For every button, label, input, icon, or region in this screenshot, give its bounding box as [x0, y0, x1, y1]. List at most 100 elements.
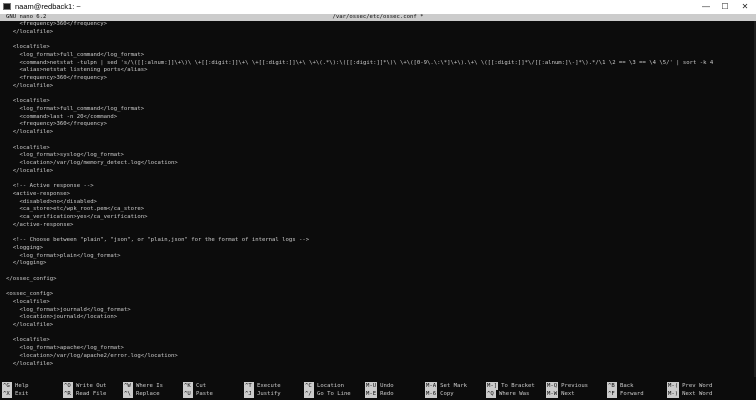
editor-line[interactable]: <log_format>journald</log_format> — [6, 307, 754, 315]
window-title: naam@redback1: ~ — [15, 2, 81, 11]
close-button[interactable]: ✕ — [739, 1, 751, 13]
shortcut-item[interactable]: ^\ Replace — [123, 390, 185, 398]
shortcut-item[interactable]: M-W Next — [546, 390, 608, 398]
shortcut-label: Justify — [257, 391, 281, 397]
shortcut-item[interactable]: M-U Undo — [365, 382, 427, 390]
editor-line[interactable]: <!-- Choose between "plain", "json", or … — [6, 237, 754, 245]
shortcut-column: ^G Help ^X Exit — [2, 382, 64, 398]
shortcut-key: M-( — [667, 382, 680, 390]
editor-line[interactable]: <frequency>360</frequency> — [6, 21, 754, 29]
shortcut-item[interactable]: ^R Read File — [63, 390, 125, 398]
editor-line[interactable] — [6, 229, 754, 237]
editor-line[interactable]: </localfile> — [6, 83, 754, 91]
editor-line[interactable]: <location>journald</location> — [6, 314, 754, 322]
shortcut-label: Read File — [76, 391, 107, 397]
shortcut-item[interactable]: M-A Set Mark — [425, 382, 487, 390]
editor-line[interactable] — [6, 268, 754, 276]
editor-line[interactable]: <command>last -n 20</command> — [6, 114, 754, 122]
shortcut-key: M-Q — [546, 382, 559, 390]
editor-line[interactable] — [6, 36, 754, 44]
editor-line[interactable]: <log_format>full_command</log_format> — [6, 52, 754, 60]
editor-line[interactable]: <frequency>360</frequency> — [6, 75, 754, 83]
editor-line[interactable]: <command>netstat -tulpn | sed 's/\([[:al… — [6, 60, 754, 68]
editor-line[interactable]: <active-response> — [6, 191, 754, 199]
shortcut-item[interactable]: M-E Redo — [365, 390, 427, 398]
editor-line[interactable]: </localfile> — [6, 361, 754, 369]
shortcut-label: Previous — [561, 383, 589, 389]
shortcut-item[interactable]: ^K Cut — [183, 382, 245, 390]
shortcut-label: Undo — [380, 383, 394, 389]
shortcut-item[interactable]: ^Q Where Was — [486, 390, 548, 398]
editor-line[interactable]: <alias>netstat listening ports</alias> — [6, 67, 754, 75]
editor-line[interactable]: <localfile> — [6, 44, 754, 52]
editor-line[interactable] — [6, 283, 754, 291]
shortcut-key: ^Q — [486, 390, 496, 398]
modified-indicator: * — [420, 14, 424, 20]
editor-line[interactable]: </localfile> — [6, 322, 754, 330]
shortcut-item[interactable]: ^F Forward — [607, 390, 669, 398]
editor-line[interactable] — [6, 90, 754, 98]
editor-line[interactable]: <logging> — [6, 245, 754, 253]
shortcut-label: To Bracket — [501, 383, 535, 389]
editor-line[interactable]: </logging> — [6, 260, 754, 268]
editor-line[interactable]: <log_format>apache</log_format> — [6, 345, 754, 353]
editor-line[interactable]: <localfile> — [6, 145, 754, 153]
editor-area[interactable]: <frequency>360</frequency> </localfile> … — [6, 21, 754, 377]
shortcut-item[interactable]: ^B Back — [607, 382, 669, 390]
editor-line[interactable]: <localfile> — [6, 98, 754, 106]
shortcut-label: Help — [15, 383, 29, 389]
shortcut-item[interactable]: M-Q Previous — [546, 382, 608, 390]
editor-line[interactable]: </ossec_config> — [6, 276, 754, 284]
shortcut-label: Execute — [257, 383, 281, 389]
shortcut-item[interactable]: M-] To Bracket — [486, 382, 548, 390]
editor-line[interactable]: <log_format>syslog</log_format> — [6, 152, 754, 160]
shortcut-item[interactable]: ^J Justify — [244, 390, 306, 398]
editor-line[interactable]: <localfile> — [6, 299, 754, 307]
editor-line[interactable]: <log_format>full_command</log_format> — [6, 106, 754, 114]
shortcut-item[interactable]: ^G Help — [2, 382, 64, 390]
editor-line[interactable] — [6, 175, 754, 183]
shortcut-label: Where Was — [499, 391, 530, 397]
editor-line[interactable]: </localfile> — [6, 168, 754, 176]
shortcut-key: ^F — [607, 390, 617, 398]
shortcut-column: M-U Undo M-E Redo — [365, 382, 427, 398]
editor-line[interactable]: <ca_verification>yes</ca_verification> — [6, 214, 754, 222]
shortcut-item[interactable]: M-) Next Word — [667, 390, 729, 398]
editor-line[interactable]: <location>/var/log/apache2/error.log</lo… — [6, 353, 754, 361]
shortcut-item[interactable]: ^W Where Is — [123, 382, 185, 390]
editor-line[interactable]: <!-- Active response --> — [6, 183, 754, 191]
shortcut-column: ^W Where Is ^\ Replace — [123, 382, 185, 398]
shortcut-key: M-A — [425, 382, 438, 390]
shortcut-key: ^/ — [304, 390, 314, 398]
shortcut-item[interactable]: ^/Go To Line — [304, 390, 366, 398]
shortcut-key: ^\ — [123, 390, 133, 398]
editor-line[interactable]: <frequency>360</frequency> — [6, 121, 754, 129]
shortcut-label: Next — [561, 391, 575, 397]
editor-line[interactable]: <log_format>plain</log_format> — [6, 253, 754, 261]
editor-line[interactable] — [6, 137, 754, 145]
editor-line[interactable]: <ossec_config> — [6, 291, 754, 299]
editor-line[interactable] — [6, 330, 754, 338]
shortcut-item[interactable]: ^O Write Out — [63, 382, 125, 390]
shortcut-key: M-E — [365, 390, 378, 398]
shortcut-item[interactable]: M-(Prev Word — [667, 382, 729, 390]
shortcut-item[interactable]: M-6 Copy — [425, 390, 487, 398]
shortcut-label: Back — [620, 383, 634, 389]
maximize-button[interactable]: ☐ — [719, 1, 731, 13]
shortcut-label: Prev Word — [682, 383, 713, 389]
shortcut-item[interactable]: ^C Location — [304, 382, 366, 390]
editor-line[interactable]: <location>/var/log/memory_detect.log</lo… — [6, 160, 754, 168]
minimize-button[interactable]: — — [700, 1, 712, 13]
editor-line[interactable]: <disabled>no</disabled> — [6, 199, 754, 207]
editor-line[interactable]: </active-response> — [6, 222, 754, 230]
editor-line[interactable]: </localfile> — [6, 129, 754, 137]
editor-line[interactable] — [6, 368, 754, 376]
shortcut-bar: ^G Help ^X Exit ^O Write Out ^R Read File ^W Wher… — [0, 379, 756, 400]
editor-line[interactable]: </localfile> — [6, 29, 754, 37]
editor-line[interactable]: <localfile> — [6, 337, 754, 345]
shortcut-item[interactable]: ^T Execute — [244, 382, 306, 390]
shortcut-item[interactable]: ^U Paste — [183, 390, 245, 398]
editor-line[interactable]: <ca_store>etc/wpk_root.pem</ca_store> — [6, 206, 754, 214]
shortcut-item[interactable]: ^X Exit — [2, 390, 64, 398]
shortcut-label: Next Word — [682, 391, 713, 397]
